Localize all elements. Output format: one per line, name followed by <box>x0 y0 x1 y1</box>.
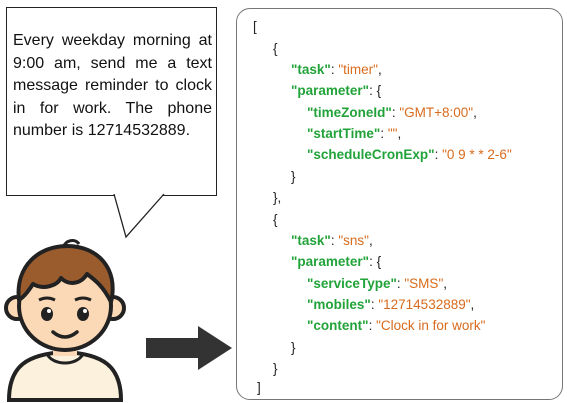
json-line-parameter: "parameter": { <box>291 254 382 269</box>
cartoon-boy-avatar <box>4 239 126 402</box>
json-line-content: "content": "Clock in for work" <box>307 318 486 333</box>
request-text: Every weekday morning at 9:00 am, send m… <box>13 32 212 139</box>
json-line-mobiles: "mobiles": "12714532889", <box>307 297 475 312</box>
json-line-timezoneid: "timeZoneId": "GMT+8:00", <box>307 105 477 120</box>
json-line-servicetype: "serviceType": "SMS", <box>307 276 447 291</box>
json-line-task: "task": "timer", <box>291 62 382 77</box>
json-line-task: "task": "sns", <box>291 233 373 248</box>
json-parameter-close: } <box>291 340 296 355</box>
right-arrow-icon <box>146 326 232 370</box>
json-object-close: } <box>273 361 278 376</box>
json-object-open: { <box>273 41 278 56</box>
json-output-panel: [ { "task": "timer", "parameter": { "tim… <box>236 8 563 400</box>
json-object-close: }, <box>273 190 282 205</box>
json-open-bracket: [ <box>253 19 257 34</box>
json-parameter-close: } <box>291 169 296 184</box>
json-object-open: { <box>273 212 278 227</box>
json-line-starttime: "startTime": "", <box>307 126 402 141</box>
json-close-bracket: ] <box>257 380 261 395</box>
json-line-schedulecronexp: "scheduleCronExp": "0 9 * * 2-6" <box>307 147 512 162</box>
speech-bubble-tail <box>113 193 165 239</box>
json-line-parameter: "parameter": { <box>291 83 382 98</box>
